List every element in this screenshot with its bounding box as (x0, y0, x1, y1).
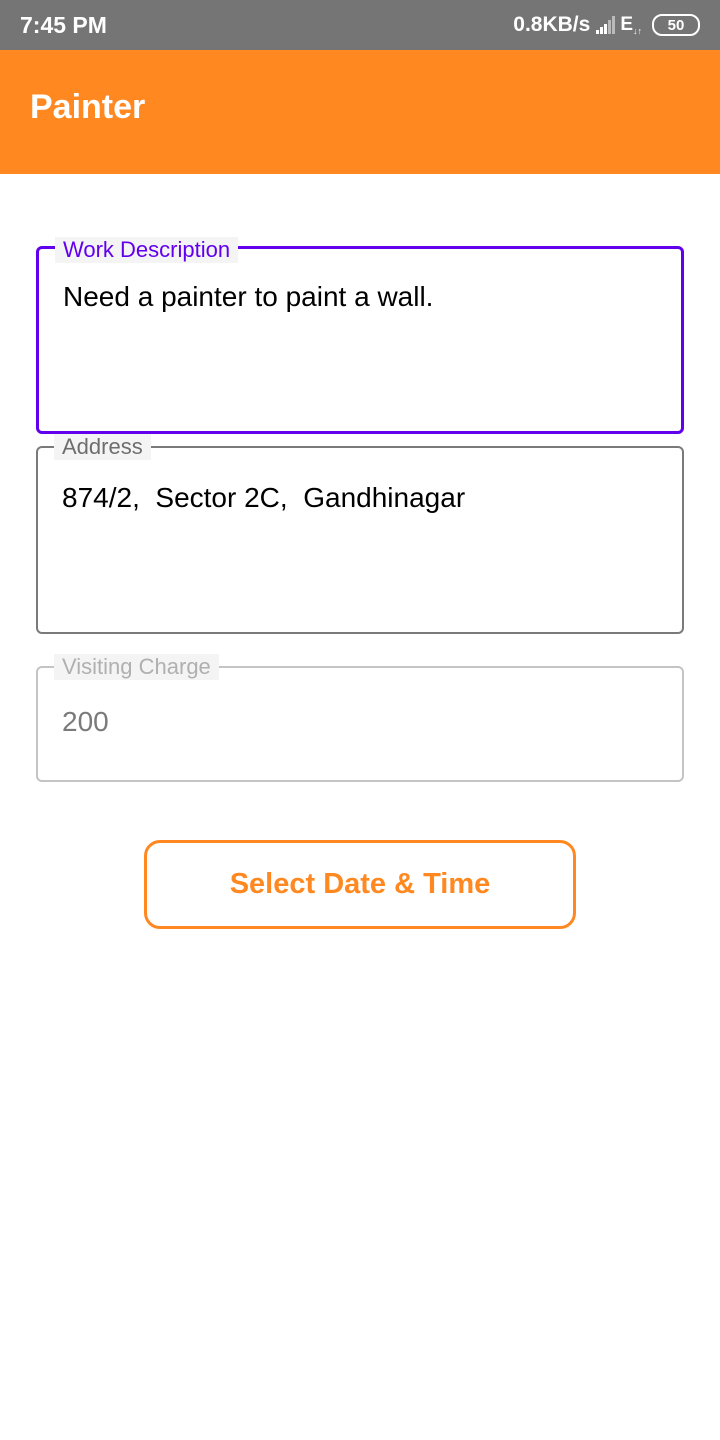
battery-level: 50 (667, 16, 685, 34)
visiting-charge-value: 200 (62, 706, 109, 737)
visiting-charge-label: Visiting Charge (54, 654, 219, 680)
status-indicators: 0.8KB/s E↓↑ 50 (513, 13, 700, 37)
signal-icon (596, 16, 616, 34)
work-description-field[interactable]: Work Description Need a painter to paint… (36, 237, 684, 434)
status-bar: 7:45 PM 0.8KB/s E↓↑ 50 (0, 0, 720, 50)
work-description-label: Work Description (55, 237, 239, 263)
page-title: Painter (30, 87, 146, 126)
network-type-label: E (620, 14, 633, 35)
address-label: Address (54, 434, 151, 460)
address-field[interactable]: Address 874/2, Sector 2C, Gandhinagar (36, 434, 684, 634)
network-speed: 0.8KB/s (513, 13, 591, 36)
address-input[interactable]: 874/2, Sector 2C, Gandhinagar (62, 482, 465, 514)
select-date-time-button[interactable]: Select Date & Time (144, 840, 576, 929)
status-time: 7:45 PM (20, 11, 107, 38)
app-bar: Painter (0, 50, 720, 174)
battery-icon: 50 (652, 14, 700, 36)
work-description-input[interactable]: Need a painter to paint a wall. (63, 281, 433, 313)
visiting-charge-field: Visiting Charge 200 (36, 654, 684, 782)
network-type-icon: E↓↑ (620, 14, 642, 36)
